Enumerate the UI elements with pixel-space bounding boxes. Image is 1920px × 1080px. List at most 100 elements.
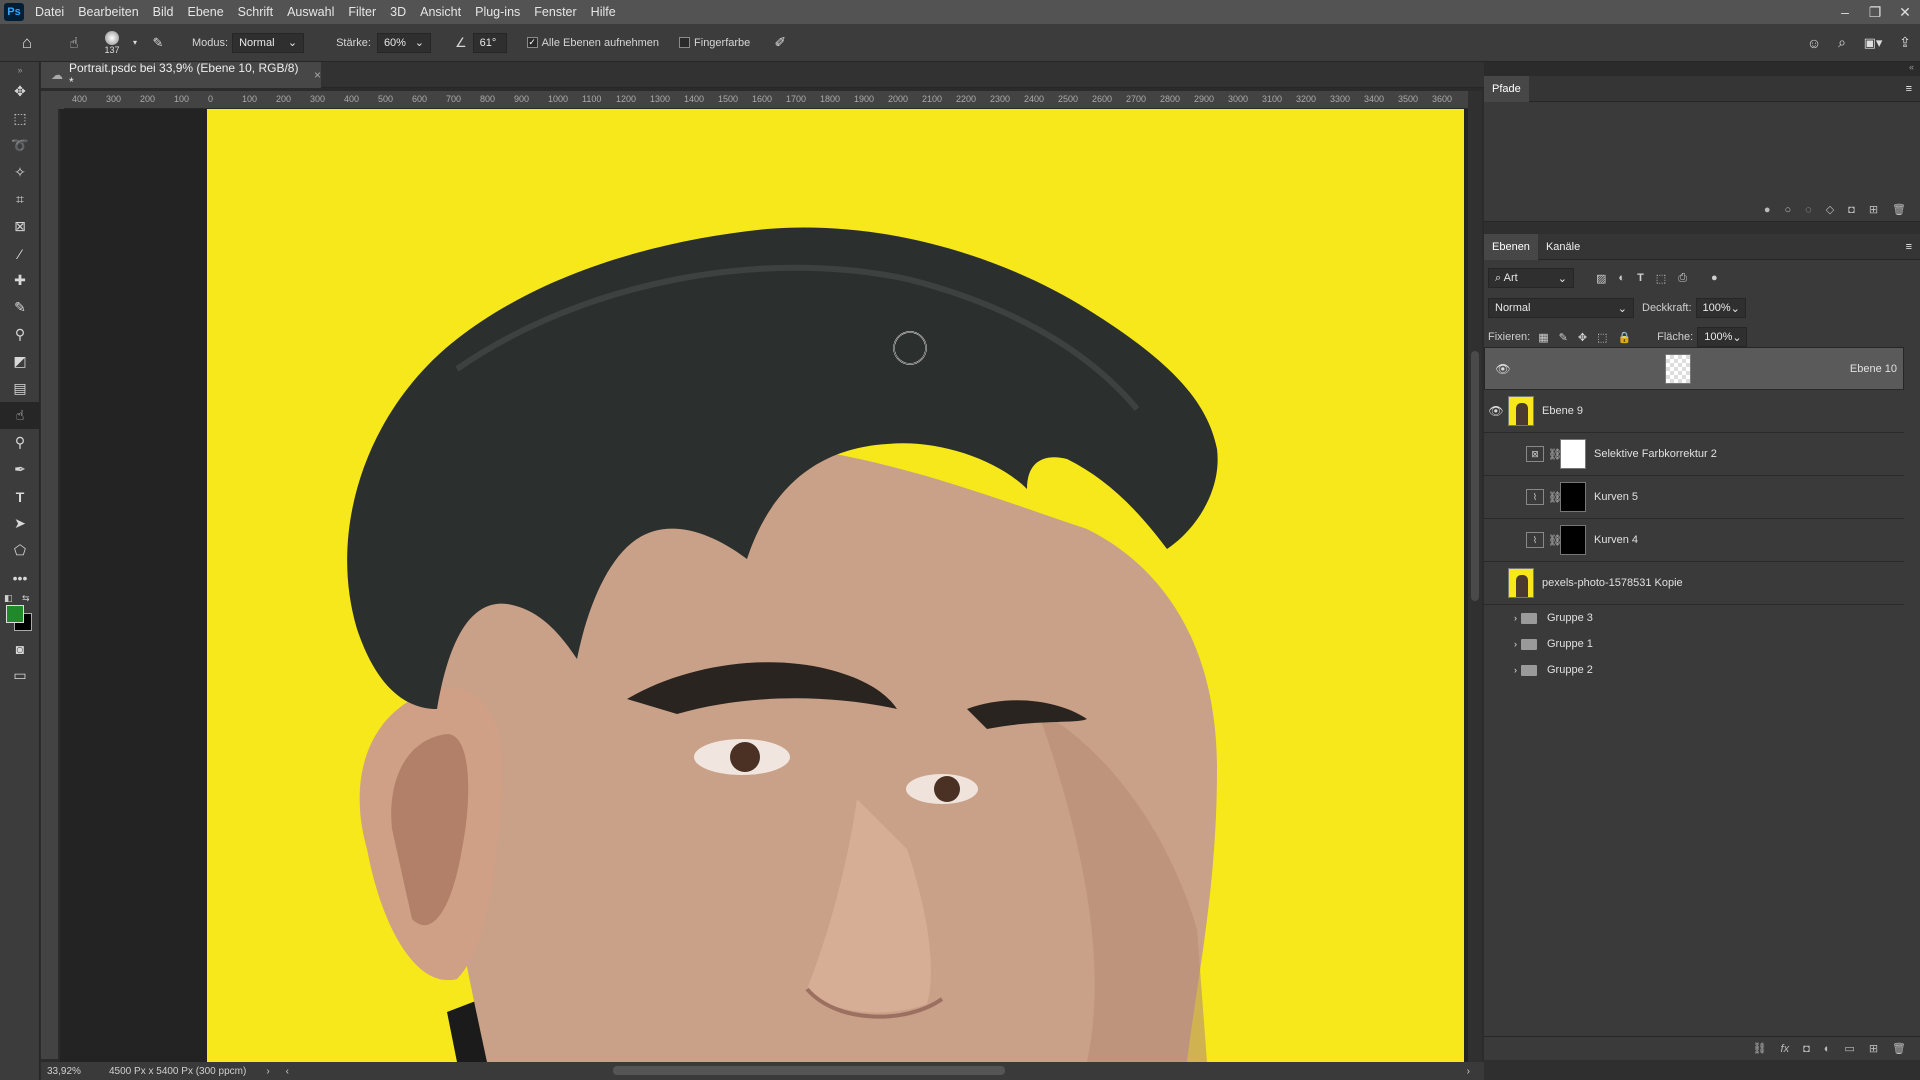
chevron-right-icon[interactable]: › [1514,613,1517,623]
link-chain-icon[interactable]: ⛓ [1548,491,1562,504]
menu-datei[interactable]: Datei [28,5,71,19]
visibility-eye-icon[interactable]: 👁 [1491,362,1515,376]
vertical-scrollbar[interactable] [1468,91,1482,1062]
layer-mask-thumbnail[interactable] [1560,482,1586,512]
blend-mode-select[interactable]: Normal ⌄ [1488,298,1634,318]
frame-tool-icon[interactable]: ⊠ [0,213,40,240]
modus-select[interactable]: Normal ⌄ [232,32,305,53]
add-layer-mask-icon[interactable]: ◘ [1803,1043,1810,1055]
brush-size-picker[interactable]: 137 [94,30,130,55]
layer-row[interactable]: ⌇ ⛓ Kurven 5 [1484,476,1904,519]
home-icon[interactable]: ⌂ [0,31,54,55]
opacity-input[interactable]: 100% ⌄ [1695,298,1746,318]
scrollbar-thumb[interactable] [1471,351,1479,601]
delete-layer-icon[interactable]: 🗑 [1892,1042,1906,1055]
scroll-right-icon[interactable]: › [1467,1066,1470,1077]
path-selection-tool-icon[interactable]: ➤ [0,510,40,537]
filter-pixel-icon[interactable]: ▨ [1596,272,1606,285]
photoshop-logo-icon[interactable]: Ps [4,3,24,21]
brush-tool-icon[interactable]: ✎ [0,294,40,321]
quick-mask-icon[interactable]: ◙ [0,635,40,662]
minimize-button[interactable]: – [1830,4,1860,20]
chevron-right-icon[interactable]: › [1514,639,1517,649]
scroll-left-icon[interactable]: ‹ [286,1066,289,1077]
load-selection-icon[interactable]: ◌ [1805,204,1812,216]
layer-row[interactable]: pexels-photo-1578531 Kopie [1484,562,1904,605]
layer-row[interactable]: ⊠ ⛓ Selektive Farbkorrektur 2 [1484,433,1904,476]
lock-pixels-icon[interactable]: ✎ [1559,331,1568,344]
menu-filter[interactable]: Filter [341,5,383,19]
new-layer-icon[interactable]: ⊞ [1869,1042,1878,1055]
menu-ansicht[interactable]: Ansicht [413,5,468,19]
link-chain-icon[interactable]: ⛓ [1548,448,1562,461]
crop-tool-icon[interactable]: ⌗ [0,186,40,213]
pen-tool-icon[interactable]: ✒ [0,456,40,483]
tab-pfade[interactable]: Pfade [1484,75,1529,102]
lock-position-icon[interactable]: ✥ [1578,331,1587,344]
lock-transparency-icon[interactable]: ▦ [1538,331,1548,344]
menu-plugins[interactable]: Plug-ins [468,5,527,19]
group-row[interactable]: › Gruppe 2 [1484,657,1904,683]
type-tool-icon[interactable]: T [0,483,40,510]
lock-all-icon[interactable]: 🔒 [1617,331,1631,344]
zoom-level[interactable]: 33,92% [47,1066,97,1077]
layer-style-fx-icon[interactable]: fx [1781,1043,1790,1055]
gradient-tool-icon[interactable]: ▤ [0,375,40,402]
menu-auswahl[interactable]: Auswahl [280,5,341,19]
dodge-tool-icon[interactable]: ⚲ [0,429,40,456]
close-button[interactable]: ✕ [1890,4,1920,21]
layer-filter-select[interactable]: ⌕ Art ⌄ [1488,268,1574,288]
fill-path-icon[interactable]: ● [1764,204,1771,216]
menu-fenster[interactable]: Fenster [527,5,583,19]
more-tools-icon[interactable]: ••• [0,564,40,591]
filter-toggle-icon[interactable]: ● [1711,272,1718,284]
canvas-image[interactable] [207,109,1464,1062]
filter-type-icon[interactable]: T [1637,272,1644,284]
brush-settings-icon[interactable]: ✎ [140,31,176,55]
finger-paint-checkbox[interactable]: Fingerfarbe [679,37,750,49]
new-adjustment-layer-icon[interactable]: ◐ [1824,1043,1831,1055]
menu-3d[interactable]: 3D [383,5,413,19]
link-layers-icon[interactable]: ⛓ [1753,1042,1767,1055]
add-mask-icon[interactable]: ◘ [1848,204,1855,216]
panel-menu-icon[interactable]: ≡ [1906,241,1912,253]
filter-smartobject-icon[interactable]: ⎙ [1678,272,1687,285]
restore-button[interactable]: ❐ [1860,4,1890,21]
search-icon[interactable]: ⌕ [1828,31,1856,55]
move-tool-icon[interactable]: ✥ [0,78,40,105]
layer-mask-thumbnail[interactable] [1560,439,1586,469]
menu-schrift[interactable]: Schrift [231,5,280,19]
collapse-icon[interactable]: » [0,62,40,78]
filter-shape-icon[interactable]: ⬚ [1656,272,1666,285]
document-tab[interactable]: ☁ Portrait.psdc bei 33,9% (Ebene 10, RGB… [41,61,321,89]
make-work-path-icon[interactable]: ◇ [1826,203,1834,216]
foreground-color-swatch[interactable] [6,605,24,623]
shape-tool-icon[interactable]: ⬠ [0,537,40,564]
marquee-tool-icon[interactable]: ⬚ [0,105,40,132]
filter-adjustment-icon[interactable]: ◐ [1618,272,1625,284]
healing-brush-tool-icon[interactable]: ✚ [0,267,40,294]
default-colors-icon[interactable]: ◧ [4,593,13,604]
lock-artboard-icon[interactable]: ⬚ [1597,331,1607,344]
stroke-path-icon[interactable]: ○ [1784,204,1791,216]
sample-all-layers-checkbox[interactable]: ✓ Alle Ebenen aufnehmen [526,37,659,49]
lasso-tool-icon[interactable]: ➰ [0,132,40,159]
chevron-right-icon[interactable]: › [1514,665,1517,675]
layer-row[interactable]: 👁 Ebene 10 [1484,347,1904,390]
link-chain-icon[interactable]: ⛓ [1548,534,1562,547]
fill-input[interactable]: 100% ⌄ [1697,327,1748,347]
staerke-input[interactable]: 60% ⌄ [376,32,431,53]
share-icon[interactable]: ⇪ [1890,31,1920,55]
menu-ebene[interactable]: Ebene [181,5,231,19]
visibility-eye-icon[interactable]: 👁 [1484,404,1508,418]
chevron-right-icon[interactable]: › [266,1066,269,1077]
chevron-down-icon[interactable]: ▾ [130,31,140,55]
layer-row[interactable]: 👁 Ebene 9 [1484,390,1904,433]
eyedropper-tool-icon[interactable]: ⁄ [0,240,40,267]
angle-input[interactable]: 61° [472,32,507,53]
menu-bearbeiten[interactable]: Bearbeiten [71,5,145,19]
menu-bild[interactable]: Bild [146,5,181,19]
swap-colors-icon[interactable]: ⇆ [22,593,30,604]
layer-mask-thumbnail[interactable] [1560,525,1586,555]
smudge-tool-preset-icon[interactable]: ☝ [54,31,94,55]
